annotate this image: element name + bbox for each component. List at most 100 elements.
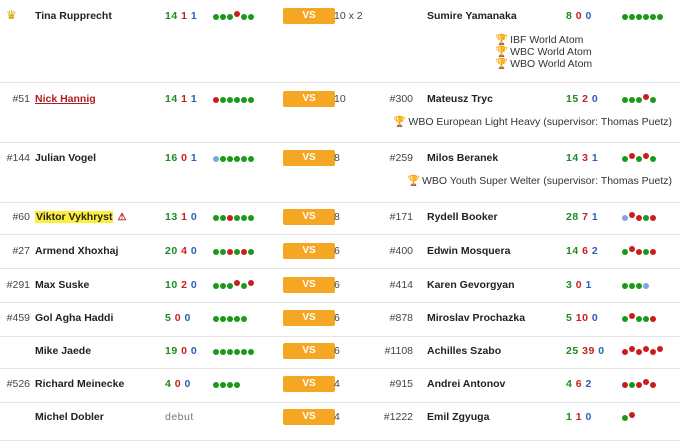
fighter-b-name[interactable]: Miroslav Prochazka	[427, 312, 525, 324]
fighter-a-name-text[interactable]: Richard Meinecke	[35, 378, 124, 390]
vs-button[interactable]: VS	[283, 343, 335, 359]
crown-icon: ♛	[6, 8, 17, 22]
record: 4 6 2	[566, 378, 592, 390]
title-belt-label: WBO Youth Super Welter (supervisor: Thom…	[422, 175, 672, 187]
vs-button[interactable]: VS	[283, 409, 335, 425]
form-dot-win	[650, 14, 656, 21]
record-wins: 14	[566, 245, 579, 257]
fighter-a-name[interactable]: Tina Rupprecht	[35, 10, 112, 22]
record-losses: 6	[582, 245, 589, 257]
record-losses: 6	[575, 378, 583, 390]
record: 19 0 0	[165, 345, 197, 357]
form-dot-win	[220, 156, 226, 163]
vs-button[interactable]: VS	[283, 150, 335, 166]
fighter-a-name-text[interactable]: Michel Dobler	[35, 411, 104, 423]
vs-button[interactable]: VS	[283, 243, 335, 259]
record-losses: 10	[575, 312, 589, 324]
record-losses: 0	[575, 279, 583, 291]
fighter-b-name[interactable]: Rydell Booker	[427, 211, 498, 223]
form-dot-draw	[643, 283, 649, 290]
form-dot-loss	[629, 246, 635, 253]
form-dot-win	[213, 14, 219, 21]
form-dots-b	[622, 11, 664, 23]
form-dot-win	[213, 382, 219, 389]
form-dots-a	[213, 246, 255, 258]
fighter-a-name-text[interactable]: Armend Xhoxhaj	[35, 245, 118, 257]
form-dots-a	[213, 379, 241, 391]
form-dot-win	[241, 97, 247, 104]
record-draws: 1	[190, 10, 198, 22]
title-belt-label: WBO European Light Heavy (supervisor: Th…	[408, 116, 672, 128]
fighter-a-name-text[interactable]: Tina Rupprecht	[35, 10, 112, 22]
record-draws: 0	[190, 345, 198, 357]
title-belt: 🏆 WBO World Atom	[495, 58, 592, 70]
fighter-a-name-text[interactable]: Max Suske	[35, 279, 89, 291]
form-dot-win	[220, 283, 226, 290]
fighter-b-name[interactable]: Andrei Antonov	[427, 378, 505, 390]
form-dots-b	[622, 94, 657, 106]
form-dot-loss	[629, 346, 635, 353]
form-dot-win	[636, 14, 642, 21]
fighter-b-name[interactable]: Achilles Szabo	[427, 345, 501, 357]
form-dot-win	[622, 283, 628, 290]
fighter-a-name-text[interactable]: Nick Hannig	[35, 93, 96, 105]
form-dot-loss	[636, 215, 642, 222]
form-dot-win	[629, 283, 635, 290]
vs-button[interactable]: VS	[283, 91, 335, 107]
record-wins: 4	[566, 378, 573, 390]
record-losses: 39	[582, 345, 595, 357]
form-dot-win	[650, 156, 656, 163]
title-belt-label: WBO World Atom	[510, 58, 593, 70]
bout-row: #27 Armend Xhoxhaj 20 4 0 VS 6 #400 Edwin Mosq…	[0, 234, 680, 269]
fighter-a-name[interactable]: Mike Jaede	[35, 345, 91, 357]
record: 14 6 2	[566, 245, 598, 257]
rounds: 10	[334, 93, 346, 105]
fighter-a-name[interactable]: Gol Agha Haddi	[35, 312, 113, 324]
fighter-b-name[interactable]: Edwin Mosquera	[427, 245, 510, 257]
record-wins: 13	[165, 211, 178, 223]
fighter-a-name-text[interactable]: Gol Agha Haddi	[35, 312, 113, 324]
fighter-a-name[interactable]: Richard Meinecke	[35, 378, 124, 390]
record: 4 0 0	[165, 378, 191, 390]
fighter-a-name[interactable]: Max Suske	[35, 279, 89, 291]
fighter-a-name[interactable]: Michel Dobler	[35, 411, 104, 423]
form-dots-a	[213, 313, 248, 325]
fighter-a-name[interactable]: Viktor Vykhryst ⚠	[35, 211, 126, 223]
title-belt-label: WBC World Atom	[510, 46, 592, 58]
vs-button[interactable]: VS	[283, 376, 335, 392]
vs-button[interactable]: VS	[283, 310, 335, 326]
form-dot-win	[643, 249, 649, 256]
record: 15 2 0	[566, 93, 598, 105]
form-dot-loss	[234, 11, 240, 18]
form-dot-win	[636, 156, 642, 163]
form-dot-win	[213, 283, 219, 290]
record-losses: 0	[174, 312, 182, 324]
fighter-a-name-text[interactable]: Julian Vogel	[35, 152, 96, 164]
vs-button[interactable]: VS	[283, 277, 335, 293]
form-dot-win	[248, 349, 254, 356]
record-wins: 14	[566, 152, 579, 164]
form-dot-win	[622, 316, 628, 323]
fighter-b-name[interactable]: Karen Gevorgyan	[427, 279, 515, 291]
fighter-b-name[interactable]: Emil Zgyuga	[427, 411, 489, 423]
bout-row: Michel Dobler debut VS 4 #1222 Emil Zgyuga 1 1…	[0, 402, 680, 441]
rank-b: #878	[389, 312, 413, 324]
fighter-a-name[interactable]: Julian Vogel	[35, 152, 96, 164]
fighter-a-name-text[interactable]: Viktor Vykhryst	[35, 211, 114, 223]
form-dot-win	[213, 215, 219, 222]
fighter-a-name-text[interactable]: Mike Jaede	[35, 345, 91, 357]
vs-button[interactable]: VS	[283, 209, 335, 225]
form-dot-win	[234, 97, 240, 104]
fighter-b-name[interactable]: Sumire Yamanaka	[427, 10, 517, 22]
form-dots-b	[622, 246, 657, 258]
fighter-a-name[interactable]: Nick Hannig	[35, 93, 96, 105]
record: 14 1 1	[165, 93, 197, 105]
record: 5 0 0	[165, 312, 191, 324]
record-draws: 0	[591, 312, 599, 324]
vs-button[interactable]: VS	[283, 8, 335, 24]
fighter-a-name[interactable]: Armend Xhoxhaj	[35, 245, 118, 257]
record-wins: 5	[165, 312, 172, 324]
rank-b: #1222	[383, 411, 413, 423]
fighter-b-name[interactable]: Milos Beranek	[427, 152, 498, 164]
fighter-b-name[interactable]: Mateusz Tryc	[427, 93, 493, 105]
